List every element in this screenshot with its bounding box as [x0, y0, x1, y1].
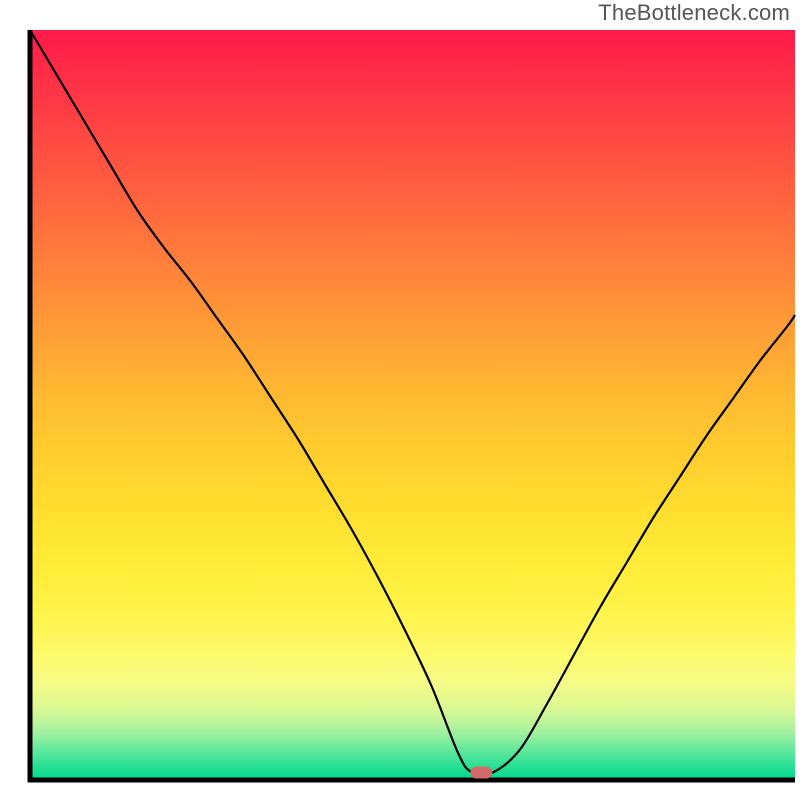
plot-background	[30, 30, 795, 780]
optimal-point-marker	[470, 767, 492, 779]
chart-svg	[0, 0, 800, 800]
watermark-text: TheBottleneck.com	[598, 0, 790, 26]
bottleneck-chart: TheBottleneck.com	[0, 0, 800, 800]
